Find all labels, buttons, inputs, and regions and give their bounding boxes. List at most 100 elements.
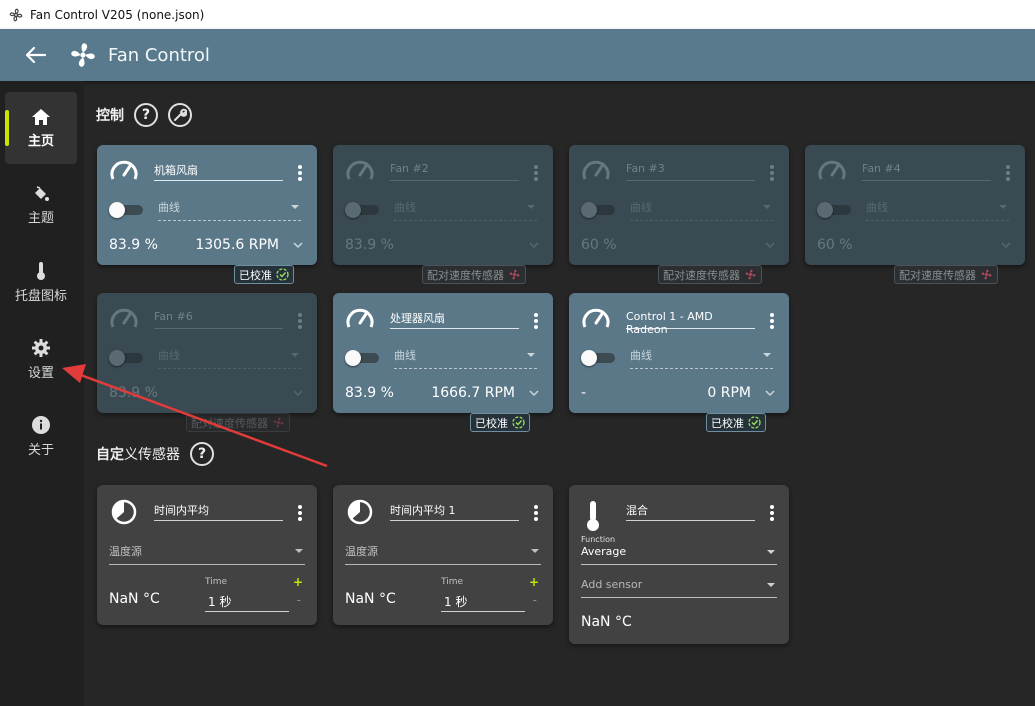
control-name-field[interactable]: Fan #3 (626, 161, 755, 181)
control-name-field[interactable]: Control 1 - AMD Radeon (626, 309, 755, 336)
fan-control-card[interactable]: Control 1 - AMD Radeon 曲线 - 0 RPM (569, 293, 789, 413)
temperature-source-select[interactable]: 温度源 (345, 543, 541, 565)
curve-select[interactable]: 曲线 (630, 347, 773, 369)
chevron-down-icon[interactable] (529, 388, 539, 398)
calibrated-badge[interactable]: 已校准 (234, 265, 294, 284)
calibrated-badge[interactable]: 已校准 (706, 413, 766, 432)
increment-button[interactable]: + (529, 575, 539, 589)
control-percent: - (581, 385, 587, 401)
decrement-button[interactable]: - (533, 593, 537, 607)
sensor-value: NaN °C (109, 591, 160, 607)
clock-average-icon (347, 499, 373, 525)
pair-speed-sensor-badge[interactable]: 配对速度传感器 (894, 265, 998, 284)
more-menu-icon[interactable] (769, 505, 775, 523)
chevron-down-icon[interactable] (765, 388, 775, 398)
function-select[interactable]: Average (581, 545, 777, 565)
back-button[interactable] (22, 41, 50, 69)
pair-speed-sensor-badge[interactable]: 配对速度传感器 (186, 413, 290, 432)
increment-button[interactable]: + (293, 575, 303, 589)
calibrated-badge[interactable]: 已校准 (470, 413, 530, 432)
chevron-down-icon[interactable] (293, 388, 303, 398)
help-button[interactable]: ? (190, 442, 214, 466)
caret-down-icon (291, 353, 299, 357)
curve-select[interactable]: 曲线 (394, 199, 537, 221)
fan-add-icon (745, 269, 756, 280)
mix-sensor-card[interactable]: 混合 Function Average Add sensor NaN °C (569, 485, 789, 644)
control-name-field[interactable]: 机箱风扇 (154, 161, 283, 181)
decrement-button[interactable]: - (297, 593, 301, 607)
control-toggle[interactable] (109, 350, 143, 366)
speedometer-icon (582, 160, 610, 180)
curve-select-value: 曲线 (630, 201, 652, 214)
fan-control-card[interactable]: 处理器风扇 曲线 83.9 % 1666.7 RPM (333, 293, 553, 413)
more-menu-icon[interactable] (533, 165, 539, 183)
pair-speed-sensor-badge[interactable]: 配对速度传感器 (422, 265, 526, 284)
fan-control-card[interactable]: Fan #4 曲线 60 % (805, 145, 1025, 265)
chevron-down-icon[interactable] (1001, 240, 1011, 250)
more-menu-icon[interactable] (297, 505, 303, 523)
sidebar-item-about[interactable]: 关于 (5, 400, 77, 472)
wrench-button[interactable] (168, 103, 192, 127)
badge-label: 已校准 (239, 268, 272, 282)
speedometer-icon (582, 308, 610, 328)
fan-control-card[interactable]: Fan #3 曲线 60 % (569, 145, 789, 265)
chevron-down-icon[interactable] (765, 240, 775, 250)
fan-control-card[interactable]: Fan #6 曲线 83.9 % (97, 293, 317, 413)
sensor-name-field[interactable]: 时间内平均 1 (390, 501, 519, 521)
control-name-field[interactable]: 处理器风扇 (390, 309, 519, 329)
time-input[interactable]: 1 秒 (205, 593, 289, 612)
time-input[interactable]: 1 秒 (441, 593, 525, 612)
window-titlebar: Fan Control V205 (none.json) (0, 0, 1035, 29)
more-menu-icon[interactable] (297, 165, 303, 183)
speedometer-icon (818, 160, 846, 180)
control-percent: 83.9 % (345, 237, 394, 253)
chevron-down-icon[interactable] (529, 240, 539, 250)
control-percent: 83.9 % (345, 385, 394, 401)
control-name-field[interactable]: Fan #4 (862, 161, 991, 181)
control-toggle[interactable] (345, 350, 379, 366)
control-name-field[interactable]: Fan #6 (154, 309, 283, 329)
badge-label: 配对速度传感器 (427, 268, 504, 282)
control-percent: 60 % (817, 237, 853, 253)
main-content: 控制 ? 机箱风扇 曲线 83.9 % 1305.6 RPM 已校准 Fan #… (84, 81, 1035, 706)
custom-sensor-card[interactable]: 时间内平均 1 温度源 NaN °C Time 1 秒 + - (333, 485, 553, 625)
custom-sensor-card[interactable]: 时间内平均 温度源 NaN °C Time 1 秒 + - (97, 485, 317, 625)
more-menu-icon[interactable] (297, 313, 303, 331)
sidebar-item-theme[interactable]: 主题 (5, 169, 77, 241)
pair-speed-sensor-badge[interactable]: 配对速度传感器 (658, 265, 762, 284)
badge-label: 已校准 (475, 416, 508, 430)
caret-down-icon (763, 353, 771, 357)
sensor-name-field[interactable]: 时间内平均 (154, 501, 283, 521)
more-menu-icon[interactable] (533, 313, 539, 331)
temperature-source-select[interactable]: 温度源 (109, 543, 305, 565)
fan-app-icon (9, 8, 23, 21)
add-sensor-select[interactable]: Add sensor (581, 578, 777, 598)
control-name-field[interactable]: Fan #2 (390, 161, 519, 181)
curve-select[interactable]: 曲线 (630, 199, 773, 221)
control-toggle[interactable] (581, 202, 615, 218)
caret-down-icon (763, 205, 771, 209)
sidebar-item-settings[interactable]: 设置 (5, 323, 77, 395)
help-button[interactable]: ? (134, 103, 158, 127)
more-menu-icon[interactable] (769, 313, 775, 331)
control-toggle[interactable] (345, 202, 379, 218)
fan-control-card[interactable]: Fan #2 曲线 83.9 % (333, 145, 553, 265)
sidebar-item-home[interactable]: 主页 (5, 92, 77, 164)
sidebar-item-tray-icon[interactable]: 托盘图标 (5, 246, 77, 318)
curve-select[interactable]: 曲线 (394, 347, 537, 369)
add-sensor-placeholder: Add sensor (581, 578, 643, 591)
curve-select[interactable]: 曲线 (158, 199, 301, 221)
sensor-name-field[interactable]: 混合 (626, 501, 755, 521)
more-menu-icon[interactable] (533, 505, 539, 523)
control-toggle[interactable] (817, 202, 851, 218)
control-toggle[interactable] (581, 350, 615, 366)
fan-control-card[interactable]: 机箱风扇 曲线 83.9 % 1305.6 RPM (97, 145, 317, 265)
caret-down-icon (527, 353, 535, 357)
curve-select[interactable]: 曲线 (158, 347, 301, 369)
chevron-down-icon[interactable] (293, 240, 303, 250)
more-menu-icon[interactable] (1005, 165, 1011, 183)
more-menu-icon[interactable] (769, 165, 775, 183)
time-label: Time (205, 577, 228, 587)
control-toggle[interactable] (109, 202, 143, 218)
curve-select[interactable]: 曲线 (866, 199, 1009, 221)
